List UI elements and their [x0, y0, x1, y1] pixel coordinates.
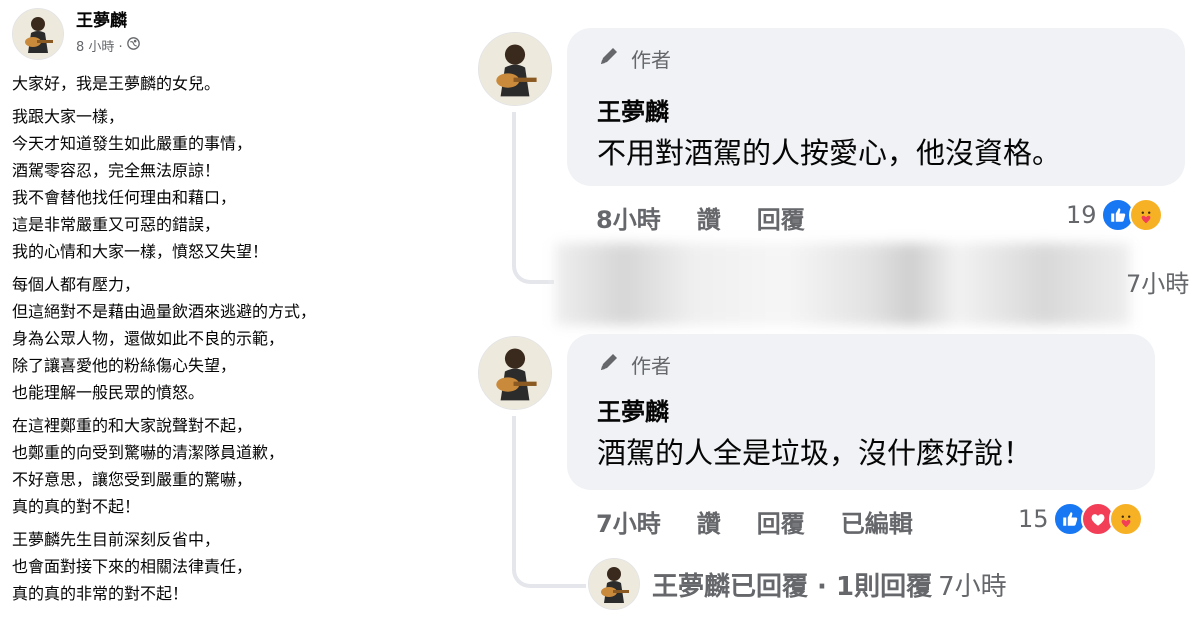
post: 王夢麟 8 小時 · 大家好，我是王夢麟的女兒。 我跟大家一樣， 今天才知道發生如此…: [0, 0, 420, 630]
post-line: 但這絕對不是藉由過量飲酒來逃避的方式，: [12, 302, 317, 321]
post-line: 也鄭重的向受到驚嚇的清潔隊員道歉，: [12, 443, 285, 462]
reaction-summary[interactable]: 19: [1066, 198, 1163, 232]
post-paragraph: 在這裡鄭重的和大家說聲對不起， 也鄭重的向受到驚嚇的清潔隊員道歉， 不好意思，讓您受…: [12, 412, 412, 520]
post-meta: 8 小時 ·: [76, 36, 140, 55]
comment-avatar[interactable]: [478, 32, 552, 106]
post-line: 王夢麟先生目前深刻反省中，: [12, 530, 221, 549]
blurred-comment: [555, 243, 1130, 325]
post-line: 我不會替他找任何理由和藉口，: [12, 188, 237, 207]
care-reaction-icon: [1128, 198, 1163, 232]
view-replies-link[interactable]: 王夢麟已回覆 · 1則回覆 7小時: [652, 566, 1007, 603]
post-line: 我的心情和大家一樣，憤怒又失望！: [12, 242, 269, 261]
post-paragraph: 每個人都有壓力， 但這絕對不是藉由過量飲酒來逃避的方式， 身為公眾人物，還做如此不良…: [12, 271, 412, 406]
post-line: 不好意思，讓您受到嚴重的驚嚇，: [12, 470, 253, 489]
post-line: 這是非常嚴重又可惡的錯誤，: [12, 215, 221, 234]
post-author-name[interactable]: 王夢麟: [76, 6, 127, 31]
post-line: 在這裡鄭重的和大家說聲對不起，: [12, 416, 253, 435]
post-line: 每個人都有壓力，: [12, 275, 141, 294]
blurred-comment-time[interactable]: 7小時: [1126, 264, 1189, 299]
comment-actions: 7小時 讚 回覆 已編輯: [596, 504, 913, 539]
post-line: 身為公眾人物，還做如此不良的示範，: [12, 329, 285, 348]
comment-bubble: 作者 王夢麟 酒駕的人全是垃圾，沒什麼好說！: [567, 334, 1155, 490]
like-button[interactable]: 讚: [697, 200, 721, 235]
replies-summary-time: 7小時: [938, 572, 1007, 602]
reply-button[interactable]: 回覆: [757, 504, 805, 539]
reaction-count: 15: [1018, 505, 1049, 533]
post-paragraph: 我跟大家一樣， 今天才知道發生如此嚴重的事情， 酒駕零容忍，完全無法原諒！ 我不會替他…: [12, 103, 412, 265]
author-badge: 作者: [597, 44, 671, 73]
comment-avatar[interactable]: [478, 336, 552, 410]
comment-author-name[interactable]: 王夢麟: [597, 392, 669, 427]
post-line: 今天才知道發生如此嚴重的事情，: [12, 134, 253, 153]
post-line: 也會面對接下來的相關法律責任，: [12, 557, 253, 576]
post-line: 也能理解一般民眾的憤怒。: [12, 383, 205, 402]
comment-text: 不用對酒駕的人按愛心，他沒資格。: [597, 136, 1062, 170]
pen-icon: [597, 350, 621, 379]
post-line: 除了讓喜愛他的粉絲傷心失望，: [12, 356, 237, 375]
post-paragraph: 王夢麟先生目前深刻反省中， 也會面對接下來的相關法律責任， 真的真的非常的對不起！: [12, 526, 412, 607]
post-line: 真的真的非常的對不起！: [12, 584, 189, 603]
comment-text: 酒駕的人全是垃圾，沒什麼好說！: [597, 436, 1033, 470]
comment-time[interactable]: 8小時: [596, 200, 661, 235]
reply-avatar[interactable]: [588, 558, 640, 610]
post-line: 我跟大家一樣，: [12, 107, 125, 126]
comment-time[interactable]: 7小時: [596, 504, 661, 539]
post-line: 酒駕零容忍，完全無法原諒！: [12, 161, 221, 180]
replies-summary-text: 王夢麟已回覆 · 1則回覆: [652, 572, 933, 602]
thread-line: [512, 112, 554, 284]
reply-button[interactable]: 回覆: [757, 200, 805, 235]
author-badge-label: 作者: [631, 354, 671, 378]
post-paragraph: 大家好，我是王夢麟的女兒。: [12, 70, 412, 97]
post-line: 真的真的對不起！: [12, 497, 141, 516]
reaction-count: 19: [1066, 201, 1097, 229]
comment-bubble: 作者 王夢麟 不用對酒駕的人按愛心，他沒資格。: [567, 28, 1185, 186]
comment-author-name[interactable]: 王夢麟: [597, 92, 669, 127]
like-button[interactable]: 讚: [697, 504, 721, 539]
author-avatar[interactable]: [12, 8, 64, 60]
author-badge: 作者: [597, 350, 671, 379]
comment-actions: 8小時 讚 回覆: [596, 200, 805, 235]
care-reaction-icon: [1108, 502, 1143, 536]
post-body: 大家好，我是王夢麟的女兒。 我跟大家一樣， 今天才知道發生如此嚴重的事情， 酒駕零容忍…: [12, 70, 412, 613]
author-badge-label: 作者: [631, 48, 671, 72]
post-time[interactable]: 8 小時 ·: [76, 36, 123, 55]
globe-icon: [126, 37, 140, 54]
edited-label[interactable]: 已編輯: [841, 504, 913, 539]
post-line: 大家好，我是王夢麟的女兒。: [12, 74, 221, 93]
pen-icon: [597, 44, 621, 73]
reaction-summary[interactable]: 15: [1018, 502, 1143, 536]
